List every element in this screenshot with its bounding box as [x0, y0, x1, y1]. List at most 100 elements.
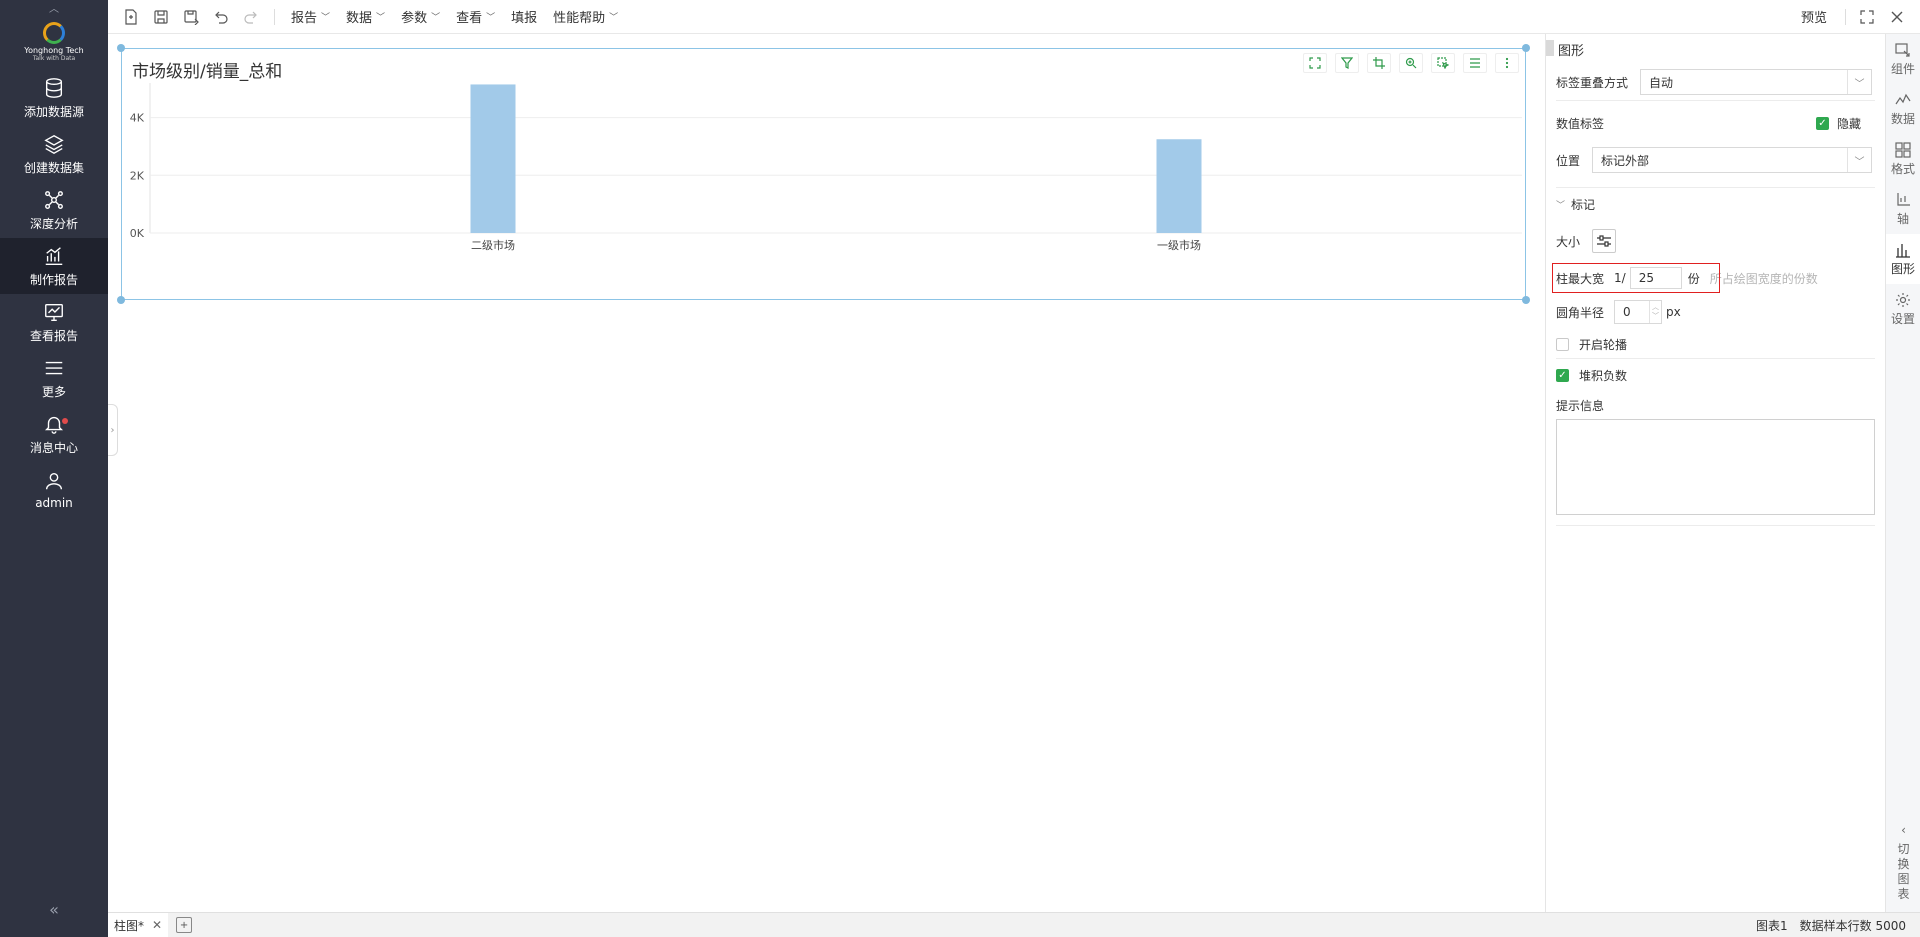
tab-label: 轴: [1896, 211, 1909, 226]
hide-value-checkbox[interactable]: ✓: [1816, 116, 1829, 130]
tab-data[interactable]: 数据: [1886, 84, 1920, 134]
report-canvas[interactable]: 市场级别/销量_总和 0K 2K 4K 二级市场 一级市场 ›: [108, 34, 1545, 912]
tooltip-textarea[interactable]: [1556, 419, 1875, 515]
menu-performance-help[interactable]: 性能帮助 ﹀: [545, 0, 626, 34]
max-width-input[interactable]: 25: [1629, 267, 1682, 289]
resize-handle[interactable]: [1522, 44, 1530, 52]
close-tab-icon[interactable]: ✕: [152, 918, 162, 932]
divider: [1556, 525, 1875, 526]
fullscreen-icon[interactable]: [1852, 0, 1882, 34]
tab-format[interactable]: 格式: [1886, 134, 1920, 184]
nav-item-more[interactable]: 更多: [0, 350, 108, 406]
resize-handle[interactable]: [117, 296, 125, 304]
menu-label: 性能帮助: [553, 11, 606, 26]
menu-parameter[interactable]: 参数 ﹀: [393, 0, 448, 34]
position-select[interactable]: 标记外部 ﹀: [1592, 147, 1872, 173]
stack-negative-checkbox[interactable]: ✓: [1556, 368, 1569, 382]
notification-dot: [62, 418, 68, 424]
tab-settings[interactable]: 设置: [1886, 284, 1920, 334]
radius-input[interactable]: 0 ︿ ﹀: [1614, 300, 1663, 324]
size-label: 大小: [1556, 234, 1581, 249]
expand-icon[interactable]: [1303, 53, 1327, 73]
chevron-down-icon: ﹀: [431, 13, 441, 23]
menu-report[interactable]: 报告 ﹀: [283, 0, 338, 34]
nav-item-view-report[interactable]: 查看报告: [0, 294, 108, 350]
report-tab[interactable]: 柱图* ✕: [108, 913, 169, 937]
preview-button[interactable]: 预览: [1789, 7, 1839, 26]
resize-handle[interactable]: [117, 44, 125, 52]
chart-edit-icon: [45, 246, 63, 265]
logo-ring-icon: [43, 22, 65, 44]
position-value: 标记外部: [1601, 153, 1650, 168]
menu-fill[interactable]: 填报: [503, 0, 545, 34]
close-icon[interactable]: [1882, 0, 1912, 34]
redo-icon[interactable]: [236, 0, 266, 34]
switch-chart-char: 换: [1897, 857, 1910, 871]
left-navigation: ︿ Yonghong Tech Talk with Data 添加数据源 创建数…: [0, 0, 108, 937]
nav-item-label: 深度分析: [29, 216, 78, 231]
collapse-panel-icon[interactable]: [1546, 40, 1554, 56]
layers-icon: [44, 134, 64, 154]
add-tab-icon[interactable]: +: [176, 917, 193, 933]
logo-text: Yonghong Tech: [24, 46, 84, 55]
menu-label: 参数: [401, 11, 428, 26]
crop-icon[interactable]: [1367, 53, 1391, 73]
nav-item-user[interactable]: admin: [0, 462, 108, 518]
chevron-down-icon: ﹀: [609, 13, 619, 23]
select-icon[interactable]: [1431, 53, 1455, 73]
nav-item-make-report[interactable]: 制作报告: [0, 238, 108, 294]
overlap-select[interactable]: 自动 ﹀: [1640, 69, 1872, 95]
new-report-icon[interactable]: [116, 0, 146, 34]
nav-item-deep-analysis[interactable]: 深度分析: [0, 182, 108, 238]
nav-item-label: 创建数据集: [23, 160, 84, 175]
more-vertical-icon[interactable]: [1495, 53, 1519, 73]
undo-icon[interactable]: [206, 0, 236, 34]
save-icon[interactable]: [146, 0, 176, 34]
menu-data[interactable]: 数据 ﹀: [338, 0, 393, 34]
tab-label: 格式: [1890, 161, 1915, 176]
tab-component[interactable]: 组件: [1886, 34, 1920, 84]
bell-icon: [45, 416, 63, 434]
filter-icon[interactable]: [1335, 53, 1359, 73]
collapse-sidebar-icon[interactable]: «: [0, 900, 108, 919]
nav-item-label: 查看报告: [29, 328, 78, 343]
chevron-down-icon: ﹀: [1847, 148, 1871, 172]
nav-item-add-datasource[interactable]: 添加数据源: [0, 70, 108, 126]
nav-item-message-center[interactable]: 消息中心: [0, 406, 108, 462]
tab-graphic[interactable]: 图形: [1886, 234, 1920, 284]
toolbar-divider: [1845, 8, 1846, 25]
resize-handle[interactable]: [1522, 296, 1530, 304]
nav-item-label: 添加数据源: [23, 104, 84, 119]
mark-section-header[interactable]: ﹀ 标记: [1546, 188, 1885, 220]
position-label: 位置: [1556, 153, 1581, 168]
bar-chart: 0K 2K 4K 二级市场 一级市场: [130, 83, 1522, 252]
axis-icon: [1897, 192, 1910, 206]
collapse-up-icon[interactable]: ︿: [0, 0, 108, 15]
bar: [470, 84, 516, 233]
nav-item-create-dataset[interactable]: 创建数据集: [0, 126, 108, 182]
bar: [1156, 139, 1202, 233]
stepper-icon[interactable]: ︿ ﹀: [1649, 301, 1661, 323]
carousel-checkbox[interactable]: [1556, 337, 1569, 351]
chevron-down-icon: ﹀: [321, 13, 331, 23]
switch-chart-button[interactable]: ‹ 切 换 图 表: [1886, 823, 1920, 902]
save-as-icon[interactable]: [176, 0, 206, 34]
list-icon[interactable]: [1463, 53, 1487, 73]
carousel-label: 开启轮播: [1579, 337, 1628, 352]
max-width-hint: 所占绘图宽度的份数: [1709, 271, 1818, 286]
tab-label: 组件: [1890, 61, 1915, 76]
zoom-icon[interactable]: [1399, 53, 1423, 73]
size-slider-icon[interactable]: [1592, 229, 1616, 253]
chart-component[interactable]: 市场级别/销量_总和 0K 2K 4K 二级市场 一级市场: [117, 44, 1530, 304]
chart-title: 市场级别/销量_总和: [132, 62, 283, 82]
overlap-value: 自动: [1649, 75, 1674, 90]
menu-view[interactable]: 查看 ﹀: [448, 0, 503, 34]
x-tick-label: 二级市场: [471, 238, 515, 252]
grid-icon: [1895, 141, 1911, 158]
bar-chart-icon: [1896, 243, 1910, 258]
tab-axis[interactable]: 轴: [1886, 184, 1920, 234]
nav-item-label: 制作报告: [29, 272, 78, 287]
monitor-chart-icon: [45, 303, 63, 321]
switch-chart-char: 图: [1897, 872, 1910, 886]
chevron-right-icon[interactable]: ›: [108, 404, 118, 456]
